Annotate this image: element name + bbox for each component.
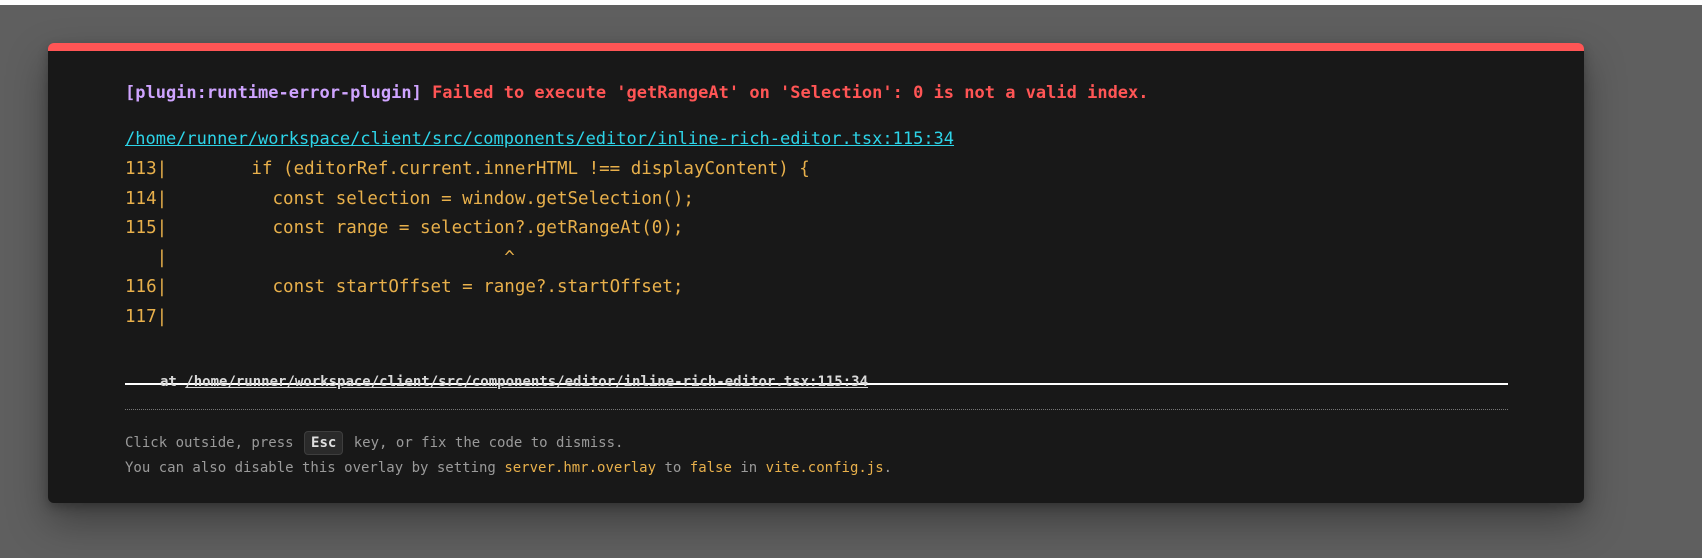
code-line-caret: | ^ xyxy=(125,247,515,268)
code-frame: 113| if (editorRef.current.innerHTML !==… xyxy=(125,155,1508,385)
dismiss-tip: Click outside, press Esc key, or fix the… xyxy=(125,431,1508,455)
tip-text: to xyxy=(664,460,682,476)
tip-text: You can also disable this overlay by set… xyxy=(125,460,496,476)
tip-text: in xyxy=(740,460,758,476)
stack-prefix: at xyxy=(160,374,177,390)
code-line: 117| xyxy=(125,306,168,327)
disable-tip: You can also disable this overlay by set… xyxy=(125,460,1508,476)
error-file-link[interactable]: /home/runner/workspace/client/src/compon… xyxy=(125,129,1508,149)
code-line: 114| const selection = window.getSelecti… xyxy=(125,188,694,209)
code-line: 116| const startOffset = range?.startOff… xyxy=(125,277,684,297)
tip-text: key, or fix the code to dismiss. xyxy=(353,435,624,451)
config-file-name: vite.config.js xyxy=(765,460,884,476)
esc-key: Esc xyxy=(304,431,344,455)
code-line: 113| if (editorRef.current.innerHTML !==… xyxy=(125,159,810,179)
plugin-label: [plugin:runtime-error-plugin] xyxy=(125,83,422,103)
setting-value: false xyxy=(689,460,732,476)
tip-text: Click outside, press xyxy=(125,435,294,451)
error-message: [plugin:runtime-error-plugin] Failed to … xyxy=(125,83,1508,103)
top-page-strip xyxy=(0,0,1702,5)
triangle-left-icon[interactable]: ◀ xyxy=(125,383,139,385)
error-text: Failed to execute 'getRangeAt' on 'Selec… xyxy=(432,83,1149,103)
stack-trace: at /home/runner/workspace/client/src/com… xyxy=(160,374,1543,390)
divider xyxy=(125,409,1508,410)
stack-file-link[interactable]: /home/runner/workspace/client/src/compon… xyxy=(185,374,868,390)
code-line: 115| const range = selection?.getRangeAt… xyxy=(125,218,684,238)
setting-name: server.hmr.overlay xyxy=(504,460,657,476)
tip-period: . xyxy=(883,460,893,476)
error-overlay-card: [plugin:runtime-error-plugin] Failed to … xyxy=(48,43,1584,503)
